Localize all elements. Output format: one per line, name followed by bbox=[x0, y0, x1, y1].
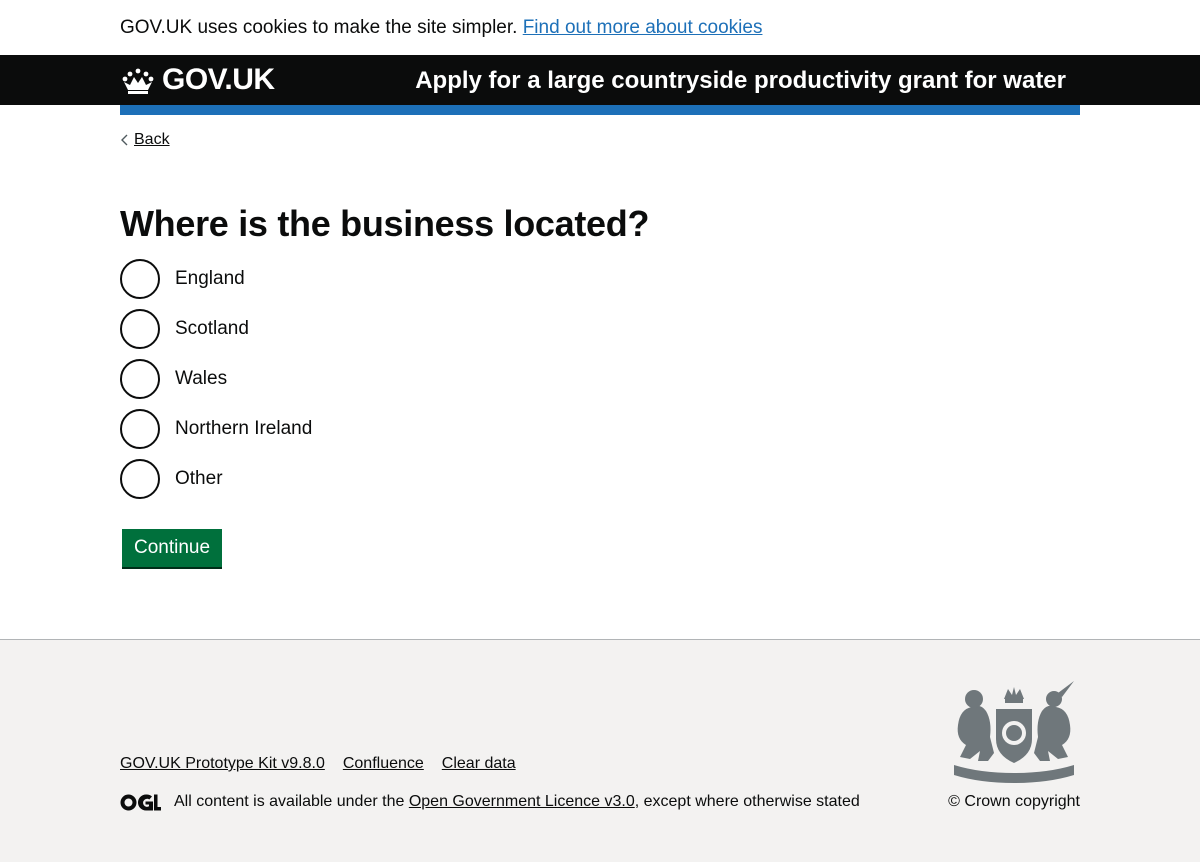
govuk-logo-link[interactable]: GOV.UK bbox=[120, 64, 275, 96]
site-footer: GOV.UK Prototype Kit v9.8.0 Confluence C… bbox=[0, 639, 1200, 862]
licence-prefix: All content is available under the bbox=[174, 793, 405, 810]
back-link[interactable]: Back bbox=[120, 130, 170, 150]
page-title: Where is the business located? bbox=[120, 203, 650, 244]
back-link-label: Back bbox=[134, 131, 170, 148]
continue-button[interactable]: Continue bbox=[122, 529, 223, 567]
radio-label: England bbox=[175, 268, 245, 289]
service-name-link[interactable]: Apply for a large countryside productivi… bbox=[415, 67, 1066, 95]
licence-suffix: , except where otherwise stated bbox=[634, 793, 860, 810]
footer-link-clear-data[interactable]: Clear data bbox=[442, 754, 516, 774]
cookie-message-text: GOV.UK uses cookies to make the site sim… bbox=[120, 17, 518, 38]
govuk-logo-text: GOV.UK bbox=[162, 63, 275, 96]
radio-scotland[interactable]: Scotland bbox=[120, 309, 312, 349]
radio-button[interactable] bbox=[120, 359, 160, 399]
licence-link[interactable]: Open Government Licence v3.0 bbox=[409, 792, 635, 812]
radio-button[interactable] bbox=[120, 409, 160, 449]
crown-icon bbox=[122, 68, 154, 94]
footer-link-prototype-kit[interactable]: GOV.UK Prototype Kit v9.8.0 bbox=[120, 754, 325, 774]
crown-copyright-link[interactable]: © Crown copyright bbox=[948, 792, 1080, 812]
cookie-banner: GOV.UK uses cookies to make the site sim… bbox=[0, 0, 1200, 55]
header-blue-bar bbox=[120, 105, 1080, 115]
radio-england[interactable]: England bbox=[120, 259, 312, 299]
radio-other[interactable]: Other bbox=[120, 459, 312, 499]
cookie-message: GOV.UK uses cookies to make the site sim… bbox=[120, 16, 762, 40]
chevron-left-icon bbox=[121, 134, 128, 146]
royal-coat-of-arms-icon bbox=[954, 681, 1074, 783]
radio-label: Northern Ireland bbox=[175, 418, 313, 439]
cookie-info-link[interactable]: Find out more about cookies bbox=[523, 17, 763, 38]
radio-button[interactable] bbox=[120, 459, 160, 499]
radio-northern-ireland[interactable]: Northern Ireland bbox=[120, 409, 312, 449]
radio-label: Wales bbox=[175, 368, 228, 389]
licence-statement: All content is available under the Open … bbox=[120, 792, 860, 812]
radio-wales[interactable]: Wales bbox=[120, 359, 312, 399]
location-radio-group: England Scotland Wales Northern Ireland … bbox=[120, 259, 312, 509]
radio-button[interactable] bbox=[120, 259, 160, 299]
radio-button[interactable] bbox=[120, 309, 160, 349]
ogl-logo-icon bbox=[120, 793, 161, 810]
radio-label: Other bbox=[175, 468, 223, 489]
footer-link-confluence[interactable]: Confluence bbox=[343, 754, 424, 774]
radio-label: Scotland bbox=[175, 318, 249, 339]
site-header: GOV.UK Apply for a large countryside pro… bbox=[0, 55, 1200, 105]
footer-links: GOV.UK Prototype Kit v9.8.0 Confluence C… bbox=[120, 754, 534, 774]
